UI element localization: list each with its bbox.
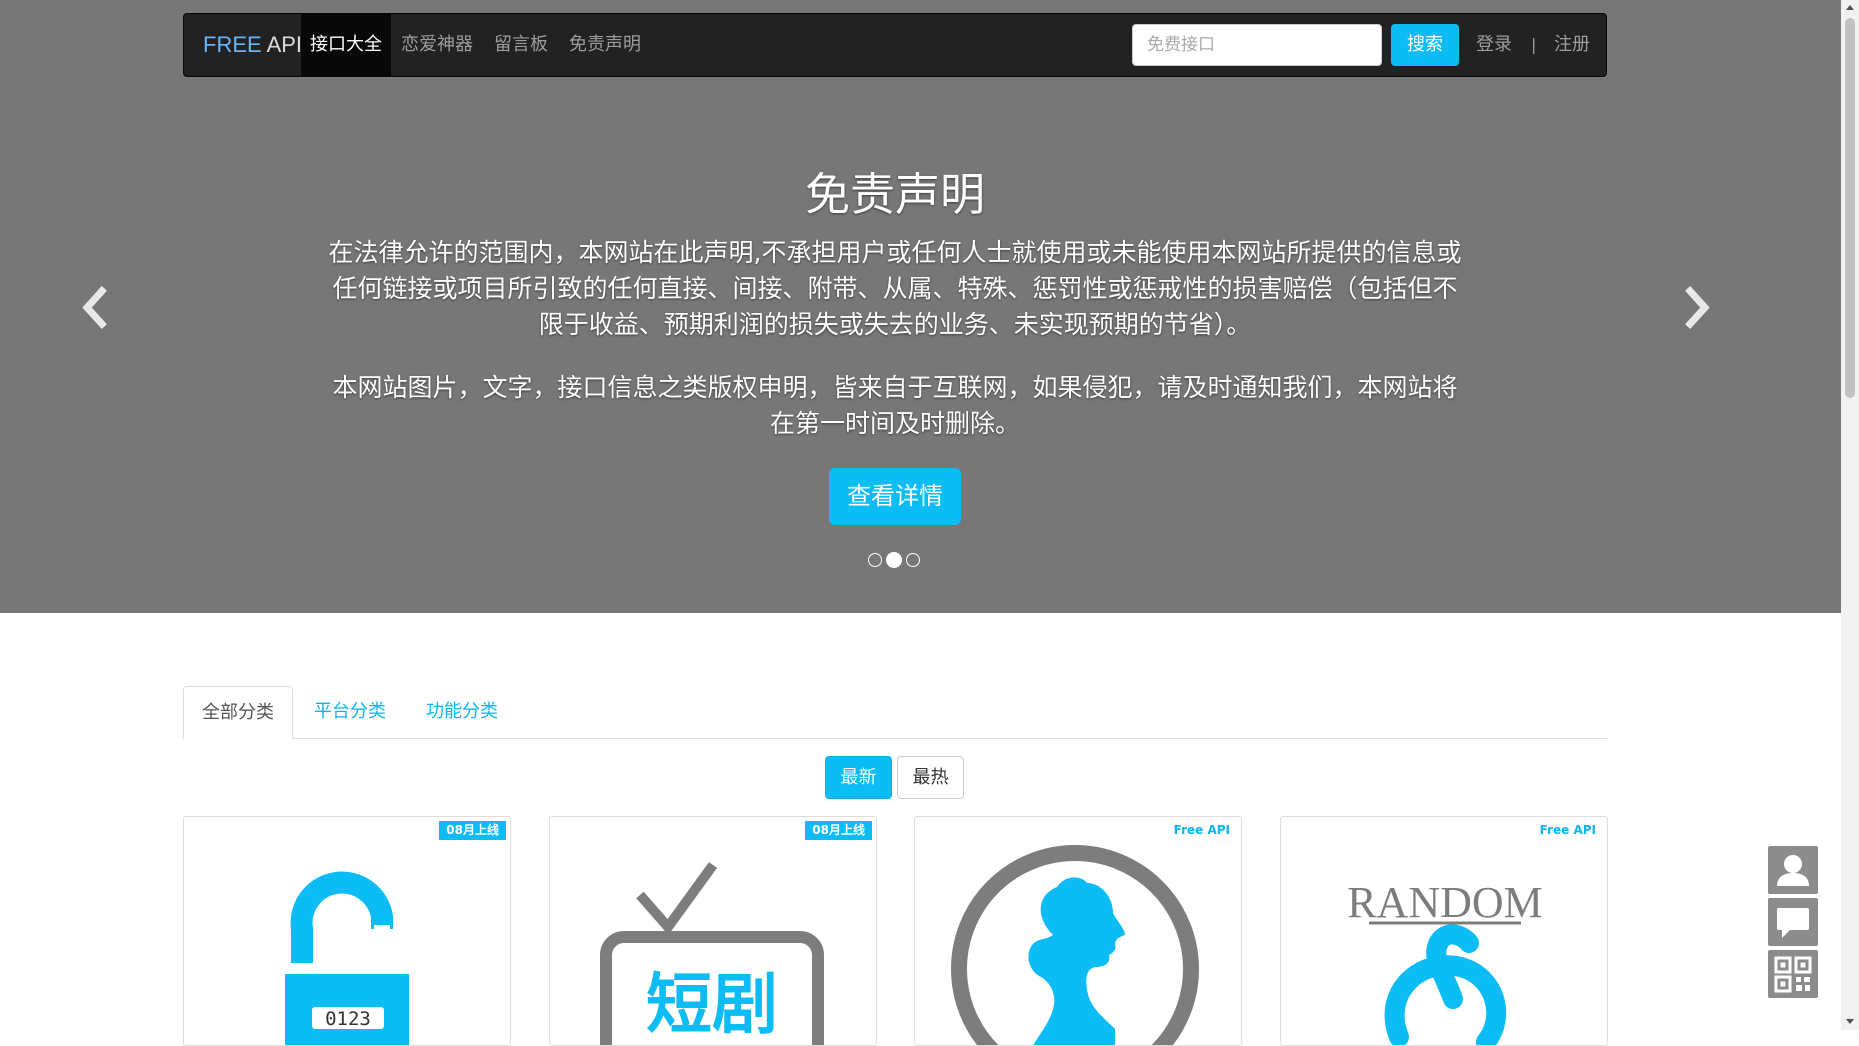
api-card-4[interactable]: RANDOM Free API	[1280, 816, 1608, 1046]
api-card-3[interactable]: Free API	[914, 816, 1242, 1046]
nav-separator: |	[1531, 35, 1537, 54]
login-link[interactable]: 登录	[1476, 14, 1512, 76]
card-1-image-text: 0123	[325, 1008, 371, 1030]
search-button[interactable]: 搜索	[1391, 24, 1459, 66]
category-tabs: 全部分类 平台分类 功能分类	[183, 686, 1607, 740]
nav-item-disclaimer[interactable]: 免责声明	[559, 14, 651, 76]
float-message-button[interactable]	[1768, 898, 1818, 946]
api-card-2[interactable]: 短剧 08月上线	[549, 816, 877, 1046]
page-scrollbar[interactable]	[1841, 0, 1859, 1030]
hero-title: 免责声明	[804, 168, 985, 221]
chevron-left-icon	[82, 286, 107, 329]
hero-paragraph-2: 本网站图片，文字，接口信息之类版权申明，皆来自于互联网，如果侵犯，请及时通知我们…	[332, 373, 1458, 438]
tab-all-categories[interactable]: 全部分类	[183, 686, 293, 740]
sort-newest-button[interactable]: 最新	[825, 756, 892, 799]
random-netease-icon: RANDOM	[1347, 878, 1543, 1045]
scrollbar-thumb[interactable]	[1845, 18, 1855, 398]
brand-free: FREE	[203, 32, 262, 57]
view-details-button[interactable]: 查看详情	[829, 468, 961, 525]
tv-short-drama-icon: 短剧	[600, 862, 824, 1045]
card-1-badge: 08月上线	[439, 821, 506, 840]
carousel-indicator-3[interactable]	[906, 553, 920, 567]
tab-platform-categories[interactable]: 平台分类	[295, 686, 405, 739]
float-user-button[interactable]	[1768, 846, 1818, 894]
api-card-1[interactable]: 0123 08月上线	[183, 816, 511, 1046]
carousel-prev-button[interactable]	[76, 285, 116, 330]
search-input[interactable]	[1132, 24, 1382, 66]
card-4-badge: Free API	[1539, 823, 1596, 837]
nav-item-message-board[interactable]: 留言板	[483, 14, 559, 76]
tab-function-categories[interactable]: 功能分类	[407, 686, 517, 739]
card-2-image-text: 短剧	[646, 966, 778, 1043]
qrcode-icon	[1774, 956, 1812, 993]
user-icon	[1777, 855, 1809, 886]
nav-item-api-list[interactable]: 接口大全	[301, 14, 391, 76]
woman-silhouette-icon	[951, 845, 1199, 1045]
float-qrcode-button[interactable]	[1768, 950, 1818, 998]
unlock-icon: 0123	[285, 871, 409, 1045]
sort-hottest-button[interactable]: 最热	[897, 756, 964, 799]
carousel-indicator-2[interactable]	[886, 552, 902, 568]
message-icon	[1777, 908, 1809, 938]
card-3-badge: Free API	[1173, 823, 1230, 837]
scroll-up-icon[interactable]	[1845, 3, 1855, 13]
card-4-image-text: RANDOM	[1347, 878, 1543, 927]
card-2-badge: 08月上线	[805, 821, 872, 840]
hero-carousel: FREE API 接口大全 恋爱神器 留言板 免责声明 搜索 登录 | 注册 免…	[0, 0, 1841, 613]
top-navbar: FREE API 接口大全 恋爱神器 留言板 免责声明 搜索 登录 | 注册	[183, 13, 1607, 77]
scroll-down-icon[interactable]	[1845, 1016, 1855, 1026]
carousel-indicator-1[interactable]	[868, 553, 882, 567]
register-link[interactable]: 注册	[1554, 14, 1590, 76]
hero-paragraph-1: 在法律允许的范围内，本网站在此声明,不承担用户或任何人士就使用或未能使用本网站所…	[328, 238, 1462, 339]
carousel-next-button[interactable]	[1676, 285, 1716, 330]
nav-item-love-tool[interactable]: 恋爱神器	[391, 14, 483, 76]
chevron-right-icon	[1685, 286, 1710, 329]
brand-api: API	[261, 32, 303, 57]
